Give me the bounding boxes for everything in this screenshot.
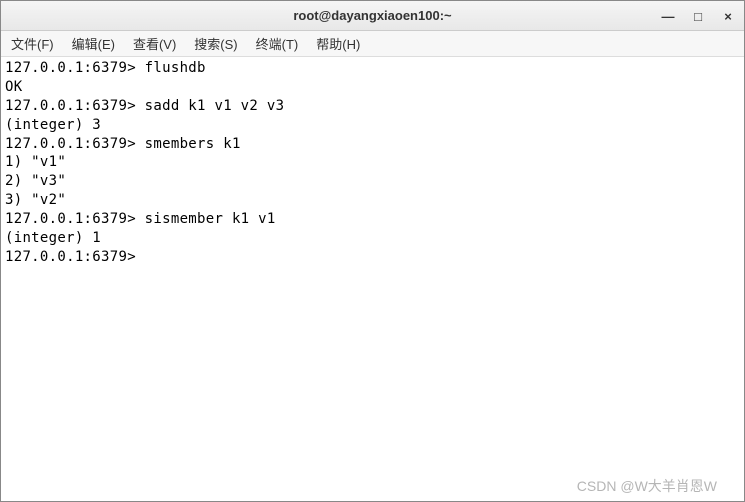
menu-terminal[interactable]: 终端(T) <box>252 32 303 55</box>
window-title: root@dayangxiaoen100:~ <box>293 8 451 23</box>
terminal-line: 127.0.0.1:6379> flushdb <box>5 60 206 76</box>
terminal-area[interactable]: 127.0.0.1:6379> flushdb OK 127.0.0.1:637… <box>1 57 744 501</box>
terminal-window: root@dayangxiaoen100:~ — □ × 文件(F) 编辑(E)… <box>0 0 745 502</box>
maximize-button[interactable]: □ <box>690 9 706 24</box>
terminal-line: 3) "v2" <box>5 192 66 208</box>
terminal-line: (integer) 1 <box>5 230 101 246</box>
window-controls: — □ × <box>660 1 736 31</box>
menubar: 文件(F) 编辑(E) 查看(V) 搜索(S) 终端(T) 帮助(H) <box>1 31 744 57</box>
terminal-line: 127.0.0.1:6379> <box>5 249 145 265</box>
menu-help[interactable]: 帮助(H) <box>312 32 364 55</box>
menu-view[interactable]: 查看(V) <box>129 32 180 55</box>
terminal-line: 2) "v3" <box>5 173 66 189</box>
menu-search[interactable]: 搜索(S) <box>190 32 241 55</box>
menu-edit[interactable]: 编辑(E) <box>68 32 119 55</box>
terminal-line: OK <box>5 79 22 95</box>
terminal-line: (integer) 3 <box>5 117 101 133</box>
close-button[interactable]: × <box>720 9 736 24</box>
terminal-line: 127.0.0.1:6379> smembers k1 <box>5 136 241 152</box>
terminal-line: 1) "v1" <box>5 154 66 170</box>
minimize-button[interactable]: — <box>660 9 676 24</box>
titlebar: root@dayangxiaoen100:~ — □ × <box>1 1 744 31</box>
menu-file[interactable]: 文件(F) <box>7 32 58 55</box>
terminal-line: 127.0.0.1:6379> sismember k1 v1 <box>5 211 276 227</box>
terminal-line: 127.0.0.1:6379> sadd k1 v1 v2 v3 <box>5 98 284 114</box>
